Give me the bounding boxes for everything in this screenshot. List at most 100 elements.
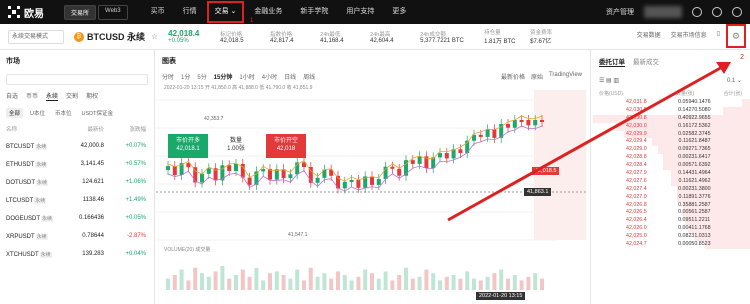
volume-bar bbox=[240, 269, 245, 290]
orderbook-row[interactable]: 42,026.8 0.3588 1.2587 bbox=[591, 201, 750, 210]
layout-icon[interactable]: ▯ bbox=[717, 30, 720, 39]
list-item[interactable]: DOTUSDT 永续 124.621 +1.06% bbox=[0, 173, 154, 191]
col-price[interactable]: 最新价 bbox=[56, 125, 104, 133]
orderbook-row[interactable]: 42,027.6 0.1162 1.4962 bbox=[591, 177, 750, 186]
order-size: 0.0951 bbox=[678, 217, 695, 224]
candle-body bbox=[506, 124, 510, 128]
orderbook-row[interactable]: 42,030.0 0.1617 2.5362 bbox=[591, 122, 750, 131]
orderbook-row[interactable]: 42,026.0 0.0041 1.1768 bbox=[591, 225, 750, 234]
orderbook-row[interactable]: 42,027.4 0.0023 1.3800 bbox=[591, 185, 750, 194]
depth-view-icon[interactable]: ☰ ▤ ▥ bbox=[599, 77, 619, 84]
orderbook-row[interactable]: 42,029.0 0.0927 1.7365 bbox=[591, 146, 750, 155]
market-sell-button[interactable]: 市价开空 42,018 bbox=[266, 134, 306, 158]
candle-body bbox=[234, 163, 238, 171]
mode-tab-exchange[interactable]: 交易所 bbox=[64, 4, 97, 20]
volume-bar bbox=[302, 280, 306, 290]
orderbook-row[interactable]: 42,028.4 0.0057 1.6392 bbox=[591, 162, 750, 171]
order-total: 1.7365 bbox=[694, 146, 711, 153]
stat-funding: 资金费率 $7.67亿 bbox=[530, 28, 566, 45]
list-item[interactable]: ETHUSDT 永续 3,141.45 +0.57% bbox=[0, 155, 154, 173]
brand-logo[interactable]: 欧易 bbox=[0, 5, 64, 20]
volume-bar bbox=[166, 278, 170, 290]
nav-trade[interactable]: 交易 ⌄ bbox=[206, 0, 246, 24]
market-tab-spot[interactable]: 币币 bbox=[26, 91, 38, 101]
list-item[interactable]: XRPUSDT 永续 0.78644 -2.87% bbox=[0, 227, 154, 245]
symbol-change: -2.87% bbox=[126, 233, 146, 239]
nav-markets[interactable]: 行情 bbox=[174, 0, 206, 24]
globe-icon[interactable] bbox=[732, 7, 742, 17]
symbol-change: +0.04% bbox=[125, 251, 146, 257]
list-item[interactable]: BTCUSDT 永续 42,000.8 +0.07% bbox=[0, 137, 154, 155]
order-total: 0.5080 bbox=[694, 106, 711, 113]
volume-bar bbox=[200, 273, 204, 290]
btc-coin-icon: ₿ bbox=[74, 31, 84, 42]
trading-data-link[interactable]: 交易数据 bbox=[637, 30, 661, 39]
order-total: 1.6417 bbox=[694, 154, 711, 161]
volume-bar bbox=[376, 278, 381, 290]
last-price: 42,018.4 bbox=[168, 29, 200, 38]
symbol-tag: 永续 bbox=[39, 251, 52, 258]
subtab-all[interactable]: 全部 bbox=[6, 108, 24, 118]
orderbook-row[interactable]: 42,029.4 0.1162 1.8487 bbox=[591, 138, 750, 147]
subtab-usdt-collateral[interactable]: USDT保证金 bbox=[79, 108, 116, 118]
settings-gear-button[interactable]: ⚙ bbox=[726, 24, 746, 48]
orderbook-row[interactable]: 42,026.5 0.0056 1.2587 bbox=[591, 209, 750, 218]
quantity-field[interactable]: 数量 1.00张 bbox=[214, 134, 258, 158]
volume-bar bbox=[322, 273, 327, 290]
order-total: 1.3776 bbox=[694, 193, 711, 200]
market-tab-swap[interactable]: 永续 bbox=[46, 91, 59, 101]
order-total: 0.8523 bbox=[694, 241, 711, 248]
orderbook-row[interactable]: 42,031.8 0.0594 0.1476 bbox=[591, 99, 750, 107]
pair-name[interactable]: BTCUSD 永续 bbox=[87, 30, 145, 43]
nav-academy[interactable]: 新手学院 bbox=[291, 0, 337, 24]
orderbook-row[interactable]: 42,029.9 0.0258 2.3745 bbox=[591, 130, 750, 139]
bell-icon[interactable] bbox=[692, 7, 702, 17]
nav-more[interactable]: 更多 bbox=[383, 0, 415, 24]
list-item[interactable]: DOGEUSDT 永续 0.166436 +0.05% bbox=[0, 209, 154, 227]
nav-support[interactable]: 用户支持 bbox=[337, 0, 383, 24]
symbol-price: 0.78644 bbox=[82, 233, 104, 239]
nav-assets[interactable]: 资产管理 bbox=[606, 7, 634, 17]
order-price: 42,029.4 bbox=[626, 138, 647, 145]
orderbook-row[interactable]: 42,025.0 0.0823 1.0313 bbox=[591, 233, 750, 242]
col-change[interactable]: 涨跌幅 bbox=[104, 125, 146, 133]
market-buy-button[interactable]: 市价开多 42,018.1 bbox=[168, 134, 208, 158]
current-price-tag: 41,863.1 bbox=[524, 188, 552, 196]
market-info-link[interactable]: 交易市场信息 bbox=[671, 30, 707, 39]
subtab-coin-margin[interactable]: 币本位 bbox=[52, 108, 75, 118]
symbol-tag: 永续 bbox=[35, 161, 48, 168]
orderbook-row[interactable]: 42,024.7 0.0005 0.8523 bbox=[591, 241, 750, 249]
order-size: 0.4092 bbox=[678, 114, 695, 121]
orderbook-row[interactable]: 42,026.4 0.0951 1.2211 bbox=[591, 217, 750, 226]
market-search-input[interactable] bbox=[6, 74, 148, 85]
orderbook-row[interactable]: 42,030.8 0.4092 2.9655 bbox=[591, 114, 750, 123]
symbol: XRPUSDT 永续 bbox=[6, 233, 56, 240]
step-select[interactable]: 0.1 ⌄ bbox=[727, 77, 742, 84]
orderbook-row[interactable]: 42,030.9 0.1427 0.5080 bbox=[591, 106, 750, 115]
tab-orderbook[interactable]: 委托订单 bbox=[599, 56, 625, 67]
list-item[interactable]: XTCHUSDT 永续 139.283 +0.04% bbox=[0, 245, 154, 263]
tab-recent-trades[interactable]: 最新成交 bbox=[633, 56, 659, 67]
col-name[interactable]: 名称 bbox=[6, 125, 56, 133]
nav-buy-crypto[interactable]: 买币 bbox=[142, 0, 174, 24]
subtab-usdt-margin[interactable]: U本位 bbox=[27, 108, 48, 118]
stat-label: 持仓量 bbox=[484, 30, 501, 36]
symbol-name: LTCUSDT bbox=[6, 197, 34, 204]
market-tab-favorites[interactable]: 自选 bbox=[6, 91, 18, 101]
candlestick-chart[interactable] bbox=[156, 50, 586, 304]
user-account-blurred[interactable] bbox=[644, 6, 682, 18]
favorite-star-icon[interactable]: ☆ bbox=[151, 32, 158, 41]
market-tab-options[interactable]: 期权 bbox=[86, 91, 98, 101]
download-icon[interactable] bbox=[712, 7, 722, 17]
symbol-change: +1.06% bbox=[125, 179, 146, 185]
candle-body bbox=[315, 177, 320, 183]
volume-bar bbox=[417, 276, 422, 290]
market-tab-futures[interactable]: 交割 bbox=[66, 91, 78, 101]
mode-tab-web3[interactable]: Web3 bbox=[98, 4, 128, 20]
orderbook-row[interactable]: 42,027.9 0.1443 1.4964 bbox=[591, 170, 750, 178]
orderbook-row[interactable]: 42,027.0 0.1189 1.3776 bbox=[591, 193, 750, 202]
trade-mode-select[interactable]: 永续交易模式 bbox=[8, 29, 64, 44]
order-price: 42,029.0 bbox=[626, 146, 647, 153]
list-item[interactable]: LTCUSDT 永续 1138.46 +1.49% bbox=[0, 191, 154, 209]
orderbook-row[interactable]: 42,028.8 0.0023 1.6417 bbox=[591, 154, 750, 163]
